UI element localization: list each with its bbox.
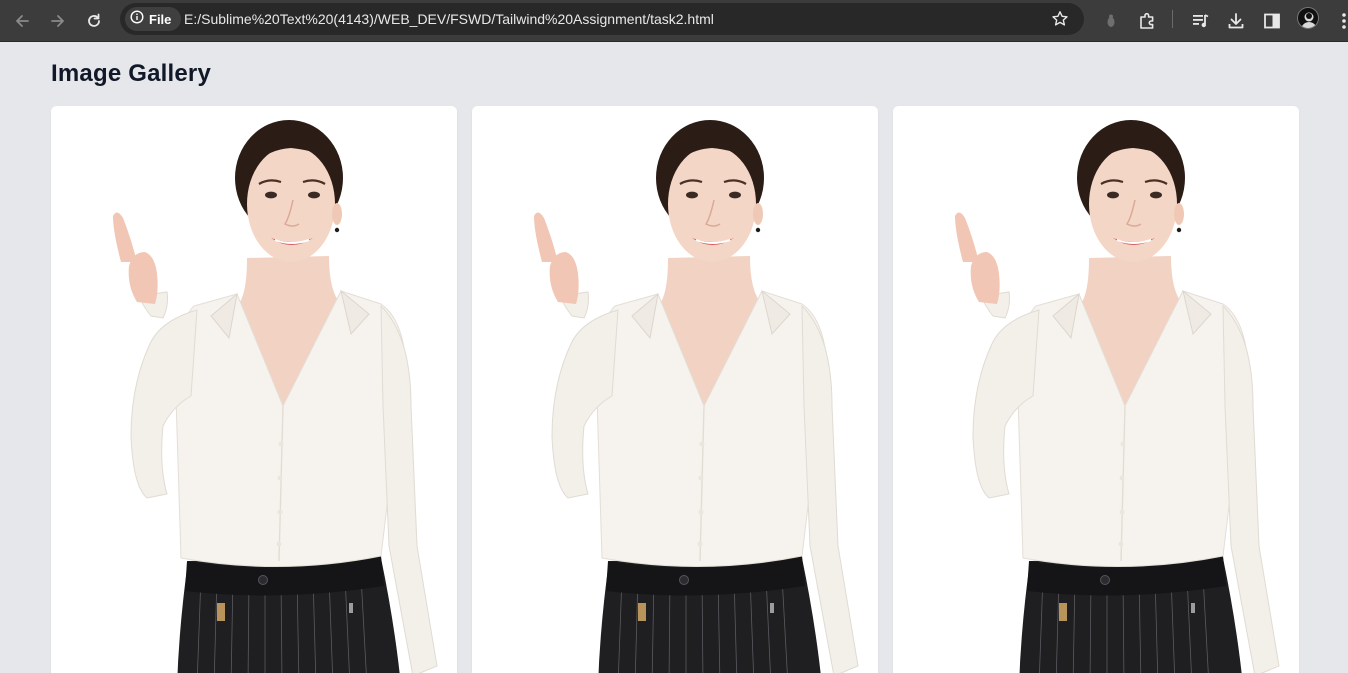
extension-status-icon[interactable]	[1096, 6, 1126, 36]
avatar[interactable]	[1297, 7, 1319, 29]
side-panel-icon[interactable]	[1257, 6, 1287, 36]
info-icon	[130, 9, 144, 29]
reload-icon[interactable]	[79, 6, 109, 36]
media-queue-icon[interactable]	[1186, 6, 1216, 36]
menu-icon[interactable]	[1329, 6, 1348, 36]
browser-toolbar: File E:/Sublime%20Text%20(4143)/WEB_DEV/…	[0, 0, 1348, 42]
forward-icon[interactable]	[43, 6, 73, 36]
gallery-card	[893, 106, 1299, 673]
page-title: Image Gallery	[51, 60, 212, 87]
gallery-card	[51, 106, 457, 673]
address-bar[interactable]: File E:/Sublime%20Text%20(4143)/WEB_DEV/…	[120, 3, 1084, 35]
download-icon[interactable]	[1221, 6, 1251, 36]
security-chip-label: File	[149, 11, 172, 27]
site-info-chip[interactable]: File	[125, 7, 182, 31]
extensions-icon[interactable]	[1132, 6, 1162, 36]
star-icon[interactable]	[1050, 9, 1070, 29]
url-text[interactable]: E:/Sublime%20Text%20(4143)/WEB_DEV/FSWD/…	[184, 11, 714, 27]
toolbar-separator	[1172, 10, 1173, 28]
gallery-card	[472, 106, 878, 673]
back-icon[interactable]	[7, 6, 37, 36]
